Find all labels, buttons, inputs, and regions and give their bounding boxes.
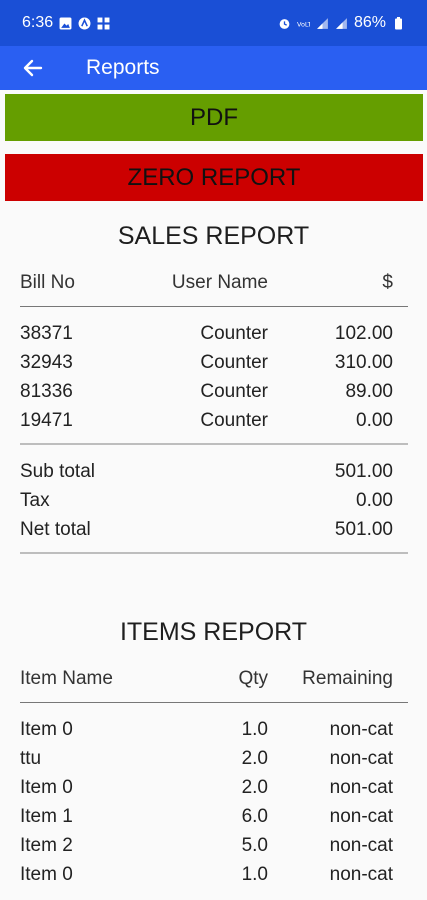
subtotal-value: 501.00 — [334, 461, 393, 482]
list-item: Item 2 5.0 non-cat — [20, 835, 393, 863]
status-bar: 6:36 VoLTE 86% — [0, 0, 427, 46]
list-item: Item 1 6.0 non-cat — [20, 806, 393, 834]
amount-header: $ — [382, 272, 393, 293]
table-row: 19471 Counter 0.00 — [20, 410, 393, 438]
signal-icon — [317, 17, 328, 29]
divider — [20, 702, 408, 703]
user-name: Counter — [200, 352, 268, 373]
item-qty: 6.0 — [241, 806, 268, 827]
amount: 89.00 — [345, 381, 393, 402]
status-right: VoLTE 86% — [278, 14, 405, 32]
list-item: Item 0 2.0 non-cat — [20, 777, 393, 805]
user-name: Counter — [200, 381, 268, 402]
item-remaining: non-cat — [329, 806, 393, 827]
item-name: Item 1 — [20, 806, 73, 827]
item-name: Item 2 — [20, 835, 73, 856]
bill-no: 81336 — [20, 381, 73, 402]
items-report-title: ITEMS REPORT — [119, 618, 308, 646]
amount: 102.00 — [334, 323, 393, 344]
items-header-row: Item Name Qty Remaining — [20, 668, 393, 696]
table-row: 32943 Counter 310.00 — [20, 352, 393, 380]
table-row: 81336 Counter 89.00 — [20, 381, 393, 409]
item-name: Item 0 — [20, 719, 73, 740]
app-circle-icon — [78, 17, 91, 29]
page-title: Reports — [86, 56, 160, 79]
status-time: 6:36 — [22, 14, 54, 31]
item-name-header: Item Name — [20, 668, 113, 689]
net-total-value: 501.00 — [334, 519, 393, 540]
item-qty: 1.0 — [241, 864, 268, 885]
item-name: Item 0 — [20, 777, 73, 798]
user-name: Counter — [200, 323, 268, 344]
item-remaining: non-cat — [329, 777, 393, 798]
grid-icon — [97, 17, 110, 29]
table-row: 38371 Counter 102.00 — [20, 323, 393, 351]
back-button[interactable] — [18, 53, 48, 83]
zero-report-button[interactable]: ZERO REPORT — [5, 154, 423, 201]
user-name-header: User Name — [171, 272, 268, 293]
item-remaining: non-cat — [329, 835, 393, 856]
battery-icon — [395, 16, 402, 29]
net-total-label: Net total — [20, 519, 91, 540]
item-remaining: non-cat — [329, 748, 393, 769]
divider — [20, 552, 408, 554]
item-qty: 5.0 — [241, 835, 268, 856]
qty-header: Qty — [238, 668, 268, 689]
remaining-header: Remaining — [302, 668, 393, 689]
sales-header-row: Bill No User Name $ — [20, 272, 393, 300]
tax-row: Tax 0.00 — [20, 490, 393, 518]
bill-no: 32943 — [20, 352, 73, 373]
net-total-row: Net total 501.00 — [20, 519, 393, 547]
arrow-back-icon — [23, 59, 43, 77]
sales-report-title: SALES REPORT — [117, 222, 310, 250]
item-name: ttu — [20, 748, 42, 769]
list-item: Item 0 1.0 non-cat — [20, 864, 393, 892]
volte-icon: VoLTE — [297, 20, 310, 28]
tax-value: 0.00 — [356, 490, 393, 511]
divider — [20, 306, 408, 307]
svg-text:VoLTE: VoLTE — [297, 20, 310, 28]
divider — [20, 443, 408, 445]
alarm-icon — [279, 18, 290, 29]
list-item: ttu 2.0 non-cat — [20, 748, 393, 776]
bill-no: 19471 — [20, 410, 73, 431]
item-remaining: non-cat — [329, 719, 393, 740]
battery-percent: 86% — [353, 14, 386, 31]
amount: 0.00 — [356, 410, 393, 431]
signal-icon-2 — [336, 17, 347, 29]
tax-label: Tax — [20, 490, 50, 511]
item-name: Item 0 — [20, 864, 73, 885]
app-bar: Reports — [0, 46, 427, 90]
bill-no: 38371 — [20, 323, 73, 344]
bill-no-header: Bill No — [20, 272, 75, 293]
amount: 310.00 — [334, 352, 393, 373]
subtotal-label: Sub total — [20, 461, 95, 482]
user-name: Counter — [200, 410, 268, 431]
item-qty: 2.0 — [241, 777, 268, 798]
item-qty: 1.0 — [241, 719, 268, 740]
pdf-button[interactable]: PDF — [5, 94, 423, 141]
image-icon — [59, 17, 72, 29]
item-qty: 2.0 — [241, 748, 268, 769]
subtotal-row: Sub total 501.00 — [20, 461, 393, 489]
list-item: Item 0 1.0 non-cat — [20, 719, 393, 747]
item-remaining: non-cat — [329, 864, 393, 885]
status-left: 6:36 — [22, 14, 110, 32]
